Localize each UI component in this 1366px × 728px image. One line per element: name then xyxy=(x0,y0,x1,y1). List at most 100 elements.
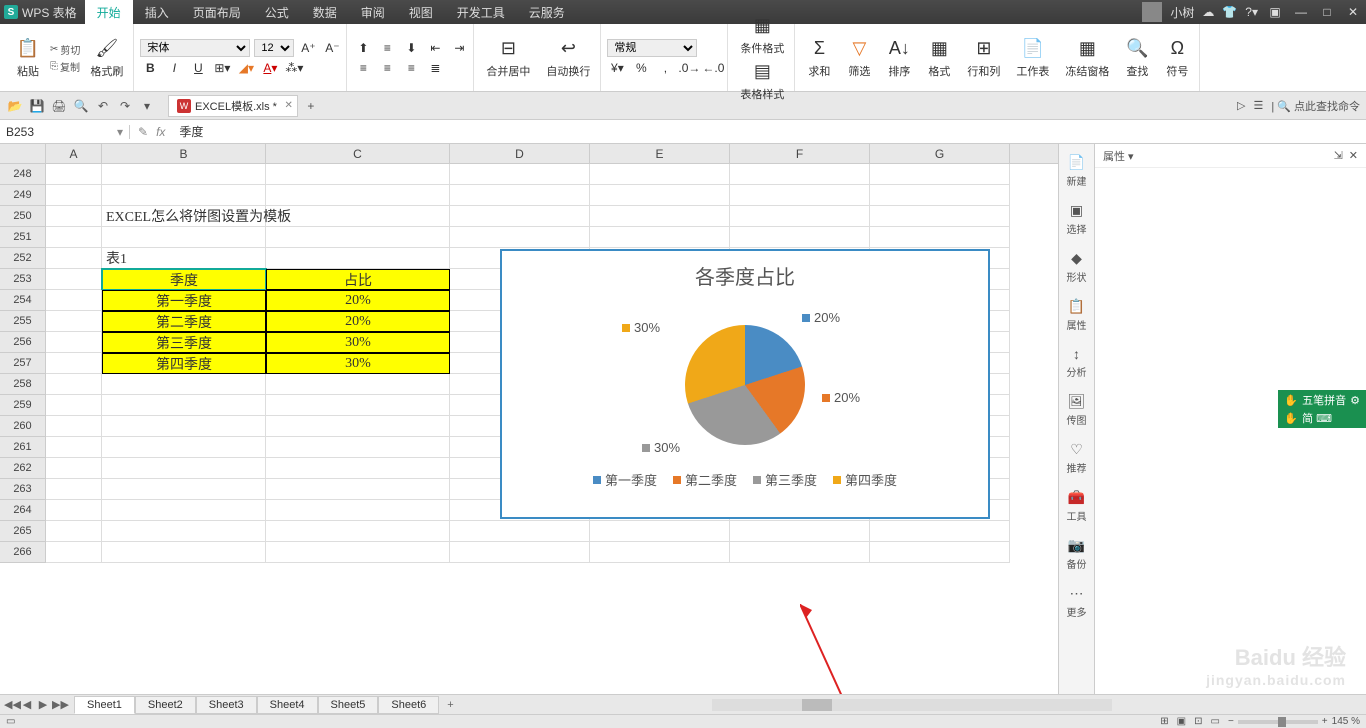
cell[interactable]: 第四季度 xyxy=(102,353,266,374)
grid-body[interactable]: 各季度占比 20% 20% 30% 30% 第一季度 第二季度 第三季度 第四季… xyxy=(0,164,1058,700)
decrease-font-button[interactable]: A⁻ xyxy=(322,39,342,57)
cell[interactable] xyxy=(450,542,590,563)
side-tool[interactable]: 📋属性 xyxy=(1061,292,1093,338)
cell[interactable] xyxy=(266,458,450,479)
percent-button[interactable]: % xyxy=(631,59,651,77)
cell[interactable] xyxy=(266,374,450,395)
tab-layout[interactable]: 页面布局 xyxy=(181,0,253,24)
cell[interactable] xyxy=(266,437,450,458)
row-header[interactable]: 258 xyxy=(0,374,46,395)
zoom-out-icon[interactable]: − xyxy=(1228,716,1234,727)
side-tool[interactable]: ⋯更多 xyxy=(1061,579,1093,625)
list-icon[interactable]: ☰ xyxy=(1253,99,1263,112)
cell[interactable] xyxy=(266,479,450,500)
side-tool[interactable]: 🧰工具 xyxy=(1061,483,1093,529)
name-box[interactable]: B253▾ xyxy=(0,125,130,139)
rowcol-button[interactable]: ⊞行和列 xyxy=(961,35,1006,81)
row-header[interactable]: 260 xyxy=(0,416,46,437)
cut-button[interactable]: ✂ 剪切 xyxy=(50,42,80,57)
cell[interactable] xyxy=(46,374,102,395)
row-header[interactable]: 259 xyxy=(0,395,46,416)
increase-font-button[interactable]: A⁺ xyxy=(298,39,318,57)
file-tab[interactable]: W EXCEL模板.xls * ✕ xyxy=(168,95,298,117)
cell[interactable]: 占比 xyxy=(266,269,450,290)
font-size-select[interactable]: 12 xyxy=(254,39,294,57)
cell[interactable] xyxy=(590,206,730,227)
cell[interactable] xyxy=(730,206,870,227)
cell[interactable] xyxy=(46,248,102,269)
open-icon[interactable]: 📂 xyxy=(6,97,24,115)
find-button[interactable]: 🔍查找 xyxy=(1119,35,1155,81)
wrap-button[interactable]: ↩自动换行 xyxy=(540,35,596,81)
cell[interactable] xyxy=(46,206,102,227)
cell[interactable]: 第一季度 xyxy=(102,290,266,311)
cell[interactable] xyxy=(102,416,266,437)
cell[interactable] xyxy=(266,227,450,248)
col-header[interactable]: F xyxy=(730,144,870,163)
status-doc-icon[interactable]: ▭ xyxy=(6,716,15,727)
cell[interactable] xyxy=(450,164,590,185)
cell[interactable]: 第二季度 xyxy=(102,311,266,332)
freeze-button[interactable]: ▦冻结窗格 xyxy=(1059,35,1115,81)
formula-input[interactable]: 季度 xyxy=(173,123,1366,140)
cell[interactable]: 季度 xyxy=(102,269,266,290)
cell[interactable] xyxy=(590,185,730,206)
cell[interactable] xyxy=(590,164,730,185)
zoom-control[interactable]: − + 145 % xyxy=(1228,716,1360,727)
row-header[interactable]: 256 xyxy=(0,332,46,353)
cell[interactable] xyxy=(730,521,870,542)
cell[interactable] xyxy=(102,227,266,248)
row-header[interactable]: 257 xyxy=(0,353,46,374)
merge-center-button[interactable]: ⊟合并居中 xyxy=(480,35,536,81)
undo-icon[interactable]: ↶ xyxy=(94,97,112,115)
cell[interactable] xyxy=(266,206,450,227)
cell[interactable] xyxy=(46,353,102,374)
cell[interactable] xyxy=(870,227,1010,248)
cell[interactable] xyxy=(870,164,1010,185)
preview-icon[interactable]: 🔍 xyxy=(72,97,90,115)
cell[interactable] xyxy=(266,395,450,416)
cell[interactable] xyxy=(46,185,102,206)
inc-decimal-button[interactable]: .0→ xyxy=(679,59,699,77)
panel-close-icon[interactable]: ✕ xyxy=(1349,149,1358,162)
row-header[interactable]: 252 xyxy=(0,248,46,269)
cell[interactable] xyxy=(102,521,266,542)
more-icon[interactable]: ▾ xyxy=(138,97,156,115)
font-name-select[interactable]: 宋体 xyxy=(140,39,250,57)
filter-button[interactable]: ▽筛选 xyxy=(841,35,877,81)
side-tool[interactable]: ↕分析 xyxy=(1061,340,1093,385)
cell[interactable] xyxy=(590,227,730,248)
border-button[interactable]: ⊞▾ xyxy=(212,59,232,77)
cell[interactable]: EXCEL怎么将饼图设置为模板 xyxy=(102,206,266,227)
cell[interactable]: 表1 xyxy=(102,248,266,269)
cell[interactable] xyxy=(46,500,102,521)
col-header[interactable]: A xyxy=(46,144,102,163)
indent-dec-button[interactable]: ⇤ xyxy=(425,39,445,57)
view-page-icon[interactable]: ▣ xyxy=(1177,716,1186,727)
cell[interactable] xyxy=(266,521,450,542)
currency-button[interactable]: ¥▾ xyxy=(607,59,627,77)
align-right-button[interactable]: ≡ xyxy=(401,59,421,77)
side-tool[interactable]: ▣选择 xyxy=(1061,196,1093,242)
format-painter-button[interactable]: 🖌格式刷 xyxy=(84,35,129,81)
cell[interactable] xyxy=(102,437,266,458)
tab-data[interactable]: 数据 xyxy=(301,0,349,24)
sheet-nav-first[interactable]: ◀◀ xyxy=(4,698,18,711)
cell[interactable] xyxy=(266,185,450,206)
side-tool[interactable]: 📄新建 xyxy=(1061,148,1093,194)
add-sheet-button[interactable]: + xyxy=(439,699,461,711)
dec-decimal-button[interactable]: ←.0 xyxy=(703,59,723,77)
minimize-icon[interactable]: — xyxy=(1292,5,1310,19)
row-header[interactable]: 249 xyxy=(0,185,46,206)
tab-formula[interactable]: 公式 xyxy=(253,0,301,24)
cell[interactable] xyxy=(870,521,1010,542)
side-tool[interactable]: 🖼传图 xyxy=(1061,387,1093,433)
justify-button[interactable]: ≣ xyxy=(425,59,445,77)
font-color-button[interactable]: A▾ xyxy=(260,59,280,77)
indent-inc-button[interactable]: ⇥ xyxy=(449,39,469,57)
search-command[interactable]: 点此查找命令 xyxy=(1294,101,1360,113)
align-middle-button[interactable]: ≡ xyxy=(377,39,397,57)
cell[interactable] xyxy=(46,458,102,479)
sheet-tab[interactable]: Sheet4 xyxy=(257,696,318,714)
cell[interactable] xyxy=(46,311,102,332)
